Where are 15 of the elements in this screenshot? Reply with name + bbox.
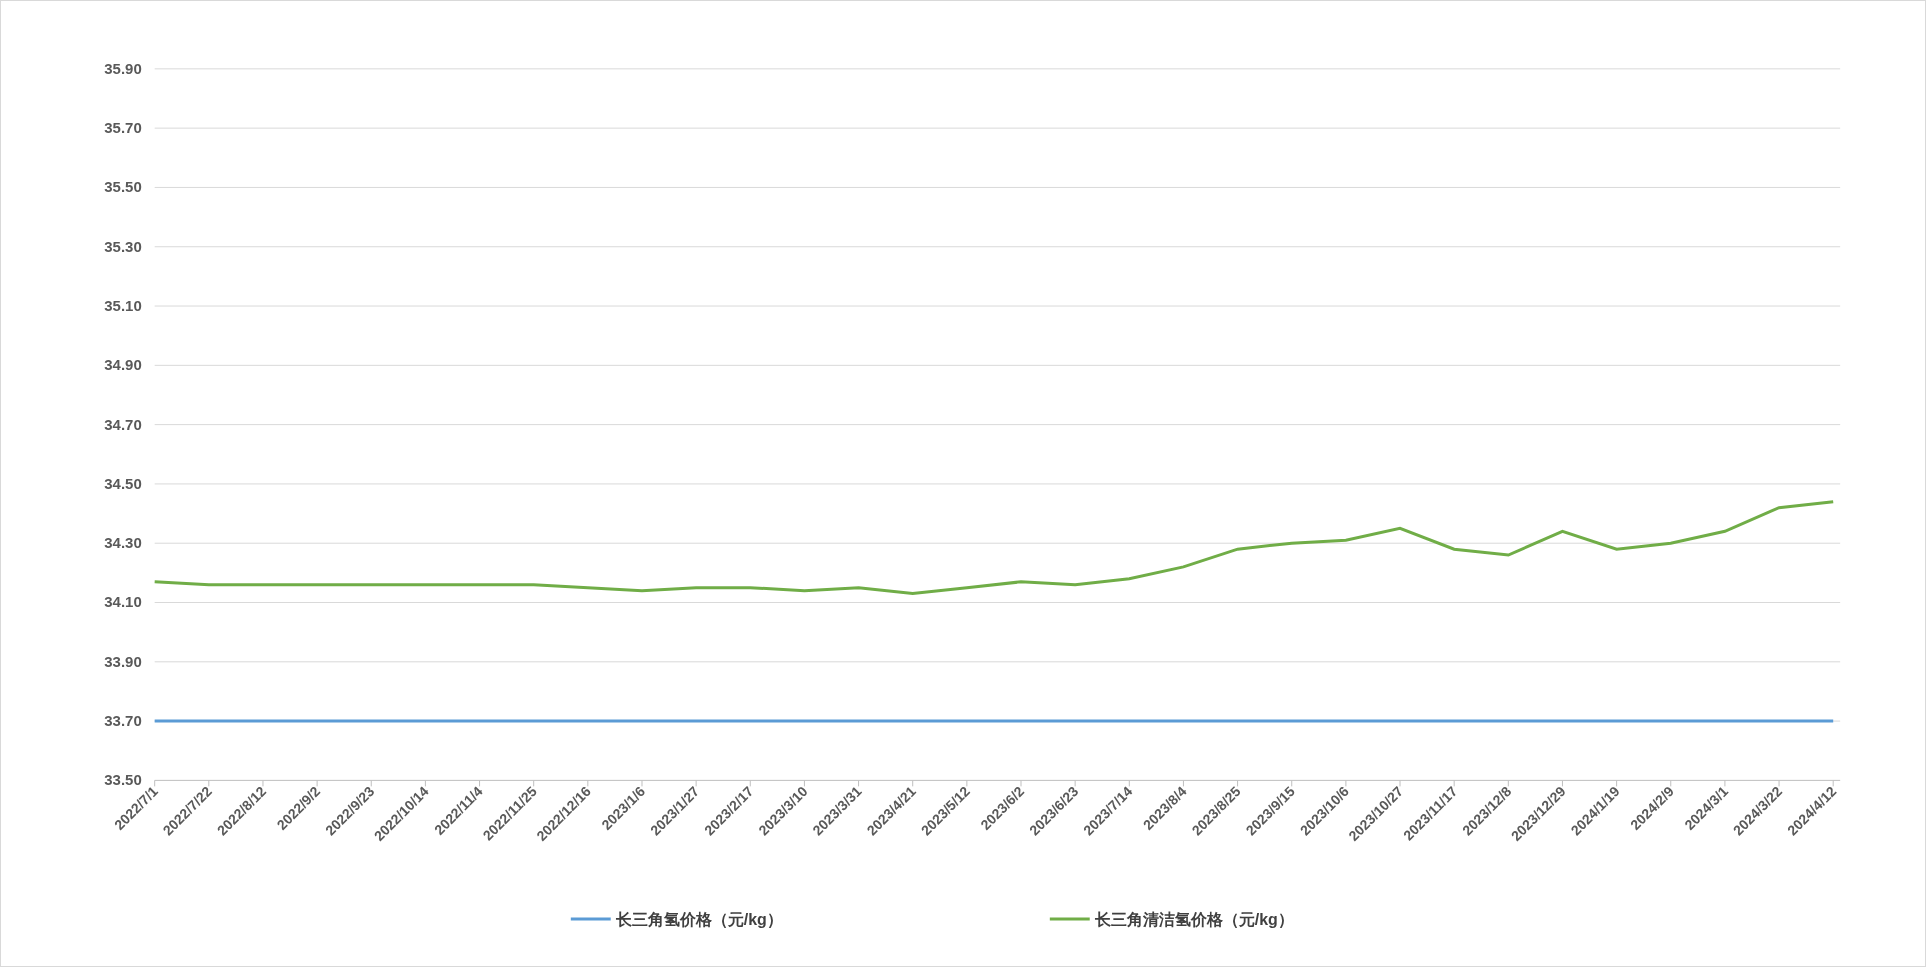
y-axis-label: 34.30 xyxy=(104,534,142,552)
y-axis-label: 34.90 xyxy=(104,356,142,374)
y-axis-label: 35.30 xyxy=(104,237,142,255)
y-axis-label: 33.50 xyxy=(104,771,142,789)
legend-label: 长三角清洁氢价格（元/kg） xyxy=(1094,911,1294,929)
legend-label: 长三角氢价格（元/kg） xyxy=(615,911,783,929)
y-axis-label: 35.90 xyxy=(104,59,142,77)
y-axis-label: 34.70 xyxy=(104,415,142,433)
y-axis-label: 34.10 xyxy=(104,593,142,611)
y-axis-label: 35.50 xyxy=(104,178,142,196)
y-axis-label: 33.90 xyxy=(104,652,142,670)
y-axis-label: 34.50 xyxy=(104,474,142,492)
y-axis-label: 33.70 xyxy=(104,712,142,730)
y-axis-label: 35.10 xyxy=(104,297,142,314)
y-axis-label: 35.70 xyxy=(104,119,142,137)
